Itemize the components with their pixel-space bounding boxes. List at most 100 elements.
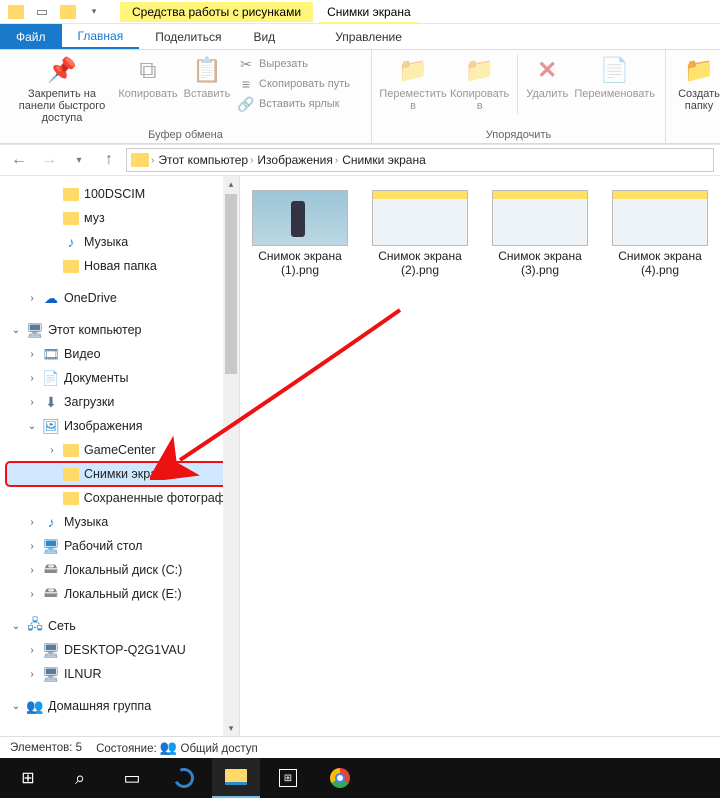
new-folder-button[interactable]: 📁 Создать папку <box>676 54 720 112</box>
chrome-icon <box>330 768 350 788</box>
store-icon <box>279 769 297 787</box>
paste-button[interactable]: 📋 Вставить <box>182 54 232 100</box>
tab-share[interactable]: Поделиться <box>139 24 237 49</box>
tree-item-muz[interactable]: муз <box>6 206 239 230</box>
tab-home[interactable]: Главная <box>62 24 140 49</box>
thumbnail-icon <box>372 190 468 246</box>
tree-item-screenshots[interactable]: Снимки экрана <box>6 462 239 486</box>
breadcrumb-item[interactable]: Изображения <box>257 153 332 167</box>
homegroup-icon: 👥 <box>26 698 44 714</box>
tree-item-pictures[interactable]: ⌄🖼Изображения <box>6 414 239 438</box>
navigation-tree[interactable]: 100DSCIM муз ♪Музыка Новая папка ›☁OneDr… <box>0 176 240 736</box>
delete-button[interactable]: ✕ Удалить <box>526 54 568 100</box>
status-state: Состояние: 👥 Общий доступ <box>96 739 258 756</box>
qat-dropdown-icon[interactable]: ▾ <box>82 2 106 22</box>
rename-icon: 📄 <box>599 56 631 86</box>
paste-shortcut-button[interactable]: 🔗Вставить ярлык <box>238 96 350 112</box>
folder-icon <box>131 153 149 167</box>
nav-recent-dropdown[interactable]: ▾ <box>66 147 92 173</box>
taskbar-store[interactable] <box>264 758 312 798</box>
search-button[interactable]: ⌕ <box>56 758 104 798</box>
tree-item-newfolder[interactable]: Новая папка <box>6 254 239 278</box>
thumbnail-icon <box>252 190 348 246</box>
nav-back-button[interactable]: ← <box>6 147 32 173</box>
tree-item-pc1[interactable]: ›🖥DESKTOP-Q2G1VAU <box>6 638 239 662</box>
tree-item-savedphotos[interactable]: Сохраненные фотографии <box>6 486 239 510</box>
tree-item-onedrive[interactable]: ›☁OneDrive <box>6 286 239 310</box>
move-to-button[interactable]: 📁 Переместить в <box>382 54 444 112</box>
tree-item-diske[interactable]: ›🖴Локальный диск (E:) <box>6 582 239 606</box>
taskbar-chrome[interactable] <box>316 758 364 798</box>
address-bar: ← → ▾ ↑ ›Этот компьютер ›Изображения ›Сн… <box>0 144 720 176</box>
shortcut-icon: 🔗 <box>238 96 254 112</box>
rename-button[interactable]: 📄 Переименовать <box>574 54 655 100</box>
tab-view[interactable]: Вид <box>237 24 291 49</box>
nav-up-button[interactable]: ↑ <box>96 147 122 173</box>
qat-app-icon[interactable] <box>4 2 28 22</box>
tree-item-gamecenter[interactable]: ›GameCenter <box>6 438 239 462</box>
scroll-down-icon[interactable]: ▾ <box>223 720 239 736</box>
tree-item-desktop[interactable]: ›🖥Рабочий стол <box>6 534 239 558</box>
scroll-thumb[interactable] <box>225 194 237 374</box>
folder-icon <box>8 5 24 19</box>
new-folder-icon: 📁 <box>683 56 715 86</box>
tree-item-pc2[interactable]: ›🖥ILNUR <box>6 662 239 686</box>
tab-manage[interactable]: Управление <box>319 24 418 49</box>
tree-item-video[interactable]: ›🎞Видео <box>6 342 239 366</box>
tree-item-diskc[interactable]: ›🖴Локальный диск (C:) <box>6 558 239 582</box>
folder-icon <box>63 260 79 273</box>
tree-item-homegroup[interactable]: ⌄👥Домашняя группа <box>6 694 239 718</box>
chevron-right-icon: › <box>335 155 338 166</box>
thumbnail-icon <box>492 190 588 246</box>
tab-file[interactable]: Файл <box>0 24 62 49</box>
copy-to-button[interactable]: 📁 Копировать в <box>450 54 509 112</box>
folder-icon <box>63 212 79 225</box>
folder-icon <box>63 188 79 201</box>
pin-to-quick-access-button[interactable]: 📌 Закрепить на панели быстрого доступа <box>10 54 114 124</box>
copy-icon: ⧉ <box>132 56 164 86</box>
breadcrumb-item[interactable]: Этот компьютер <box>158 153 248 167</box>
taskbar-edge[interactable] <box>160 758 208 798</box>
tree-item-100dscim[interactable]: 100DSCIM <box>6 182 239 206</box>
nav-forward-button[interactable]: → <box>36 147 62 173</box>
folder-icon <box>63 492 79 505</box>
tree-item-music2[interactable]: ›♪Музыка <box>6 510 239 534</box>
breadcrumb[interactable]: ›Этот компьютер ›Изображения ›Снимки экр… <box>126 148 714 172</box>
taskview-button[interactable]: ▭ <box>108 758 156 798</box>
tree-item-downloads[interactable]: ›⬇Загрузки <box>6 390 239 414</box>
qat-newfolder-icon[interactable] <box>56 2 80 22</box>
tree-item-music[interactable]: ♪Музыка <box>6 230 239 254</box>
tree-item-documents[interactable]: ›📄Документы <box>6 366 239 390</box>
copy-path-button[interactable]: ≡Скопировать путь <box>238 76 350 92</box>
quick-access-toolbar: ▭ ▾ <box>0 2 110 22</box>
taskbar-explorer[interactable] <box>212 758 260 798</box>
cut-button[interactable]: ✂Вырезать <box>238 56 350 72</box>
disk-icon: 🖴 <box>42 586 60 602</box>
file-item[interactable]: Снимок экрана (3).png <box>490 190 590 278</box>
pictures-icon: 🖼 <box>42 418 60 434</box>
tree-item-thispc[interactable]: ⌄🖥Этот компьютер <box>6 318 239 342</box>
ribbon-group-new: 📁 Создать папку <box>666 50 720 143</box>
network-icon: 🖧 <box>26 618 44 634</box>
file-item[interactable]: Снимок экрана (2).png <box>370 190 470 278</box>
thumbnail-icon <box>612 190 708 246</box>
scroll-up-icon[interactable]: ▴ <box>223 176 239 192</box>
contextual-tool-title: Средства работы с рисунками <box>120 2 313 22</box>
move-to-icon: 📁 <box>397 56 429 86</box>
file-list[interactable]: Снимок экрана (1).png Снимок экрана (2).… <box>240 176 720 736</box>
qat-properties-icon[interactable]: ▭ <box>30 2 54 22</box>
copy-button[interactable]: ⧉ Копировать <box>120 54 176 100</box>
download-icon: ⬇ <box>42 394 60 410</box>
tree-item-network[interactable]: ⌄🖧Сеть <box>6 614 239 638</box>
folder-icon <box>60 5 76 19</box>
tree-scrollbar[interactable]: ▴ ▾ <box>223 176 239 736</box>
file-item[interactable]: Снимок экрана (1).png <box>250 190 350 278</box>
file-item[interactable]: Снимок экрана (4).png <box>610 190 710 278</box>
pin-icon: 📌 <box>46 56 78 86</box>
start-button[interactable]: ⊞ <box>4 758 52 798</box>
cut-icon: ✂ <box>238 56 254 72</box>
paste-icon: 📋 <box>191 56 223 86</box>
explorer-body: 100DSCIM муз ♪Музыка Новая папка ›☁OneDr… <box>0 176 720 736</box>
ribbon-group-clipboard: 📌 Закрепить на панели быстрого доступа ⧉… <box>0 50 372 143</box>
breadcrumb-item[interactable]: Снимки экрана <box>342 153 426 167</box>
